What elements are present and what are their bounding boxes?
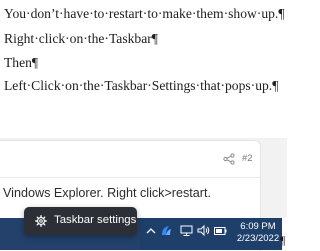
gear-icon [35,215,47,227]
app-tray-icon[interactable] [160,223,173,237]
paragraph-2: Right·click·on·the·Taskbar¶ [4,31,158,46]
post-action-button [140,208,178,215]
post-action-button [180,208,218,215]
share-icon[interactable] [223,153,235,165]
paragraph-1: You·don’t·have·to·restart·to·make·them·s… [4,6,285,21]
post-number[interactable]: #2 [242,153,253,164]
taskbar-settings-label: Taskbar settings [54,214,137,226]
network-icon[interactable] [180,225,193,237]
paragraph-mark: ¶ [280,233,286,247]
spacer [0,120,287,138]
chevron-up-icon[interactable] [145,225,157,237]
document-area: You·don’t·have·to·restart·to·make·them·s… [0,0,287,120]
paragraph-4: Left·Click·on·the·Taskbar·Settings·that·… [4,78,279,93]
paragraph-3: Then¶ [4,55,39,70]
divider [0,177,260,178]
post-text: Vindows Explorer. Right click>restart. [3,186,211,200]
volume-icon[interactable] [197,224,210,237]
taskbar-settings-menu-item[interactable]: Taskbar settings [24,207,137,235]
clock-time: 6:09 PM [240,221,276,232]
taskbar-clock[interactable]: 6:09 PM 2/23/2022 [233,221,283,245]
battery-icon[interactable] [214,227,227,235]
clock-date: 2/23/2022 [236,233,280,244]
